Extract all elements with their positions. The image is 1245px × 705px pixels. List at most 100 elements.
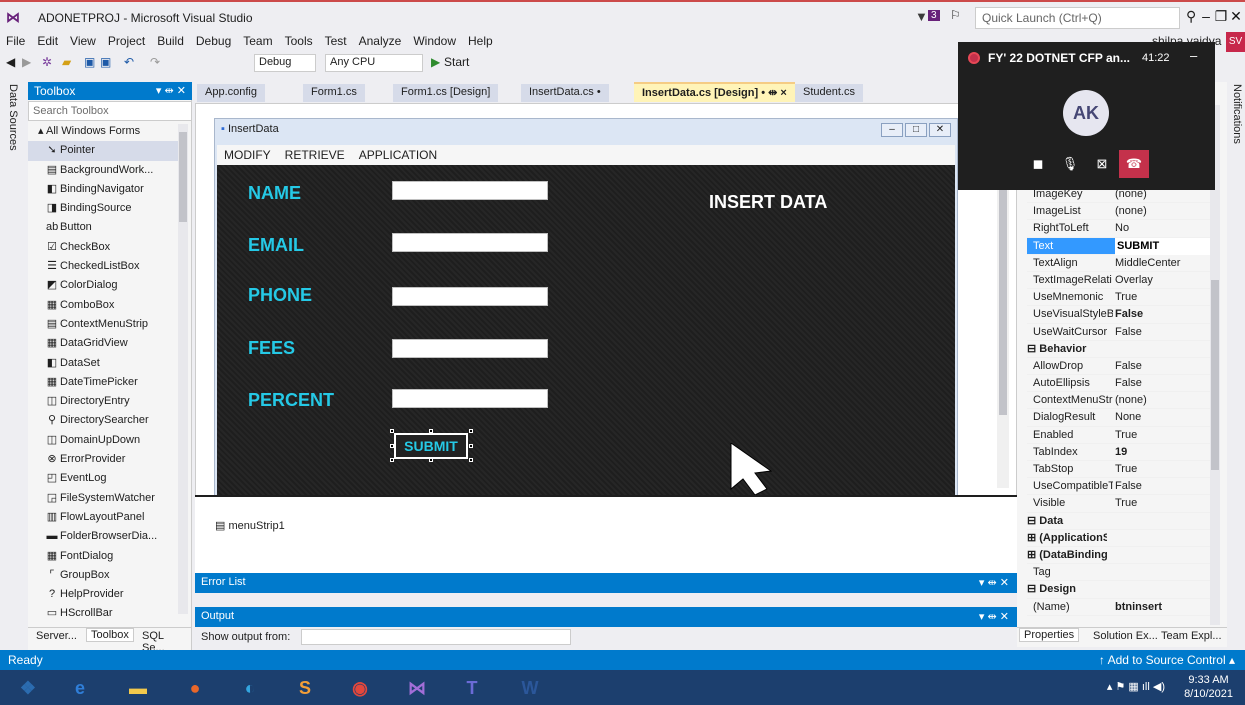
save-icon[interactable]: ▣ [84, 55, 95, 69]
property-row[interactable]: AutoEllipsis False [1027, 375, 1217, 393]
undo-icon[interactable]: ↶ [124, 55, 134, 69]
toolbox-item[interactable]: ◲ FileSystemWatcher [28, 489, 178, 508]
close-button[interactable]: ✕ [1227, 8, 1245, 25]
property-value[interactable]: False [1115, 358, 1142, 375]
open-file-icon[interactable]: ▰ [62, 55, 71, 69]
property-value[interactable]: True [1115, 427, 1137, 444]
feedback-icon[interactable]: ⚐ [950, 8, 961, 22]
document-tab[interactable]: InsertData.cs • [521, 84, 609, 102]
toolbox-item[interactable]: ◧ DataSet [28, 354, 178, 373]
toolbox-item[interactable]: ▤ ContextMenuStrip [28, 315, 178, 334]
property-value[interactable]: btninsert [1115, 599, 1162, 616]
toolbox-search-input[interactable]: Search Toolbox [28, 101, 192, 121]
property-value[interactable]: (none) [1115, 203, 1147, 220]
textbox-email[interactable] [392, 233, 548, 252]
forward-icon[interactable]: ▶ [22, 55, 31, 69]
tab-team-explorer[interactable]: Team Expl... [1157, 630, 1226, 642]
toolbox-item[interactable]: ◧ BindingNavigator [28, 180, 178, 199]
resize-handle[interactable] [469, 444, 473, 448]
textbox-fees[interactable] [392, 339, 548, 358]
resize-handle[interactable] [390, 458, 394, 462]
toolbox-item[interactable]: ▦ DataGridView [28, 334, 178, 353]
teams-meeting-overlay[interactable]: FY' 22 DOTNET CFP an... 41:22 – AK ◼ 🎙 ⊠… [958, 42, 1215, 190]
visual-studio-icon[interactable]: ⋈ [397, 672, 437, 704]
file-explorer-icon[interactable]: ▬ [118, 672, 158, 704]
toolbox-item[interactable]: ☑ CheckBox [28, 238, 178, 257]
property-value[interactable]: True [1115, 461, 1137, 478]
tab-toolbox[interactable]: Toolbox [86, 628, 134, 642]
microphone-icon[interactable]: 🎙 [1055, 150, 1085, 178]
property-row[interactable]: Visible True [1027, 495, 1217, 513]
property-row[interactable]: ContextMenuStr (none) [1027, 392, 1217, 410]
resize-handle[interactable] [469, 458, 473, 462]
toolbox-item[interactable]: ab Button [28, 218, 178, 237]
menu-view[interactable]: View [64, 32, 102, 50]
notifications-tab[interactable]: Notifications [1231, 84, 1243, 144]
textbox-name[interactable] [392, 181, 548, 200]
toolbox-item[interactable]: ▥ FlowLayoutPanel [28, 508, 178, 527]
form-window[interactable]: ▪ InsertData – □ ✕ MODIFY RETRIEVE APPLICATI… [214, 118, 958, 498]
start-button[interactable]: Start [444, 55, 469, 69]
toolbox-item[interactable]: ◰ EventLog [28, 469, 178, 488]
property-row[interactable]: Text SUBMIT [1027, 237, 1217, 255]
teams-icon[interactable]: T [452, 672, 492, 704]
form-maximize-button[interactable]: □ [905, 123, 927, 137]
minimize-icon[interactable]: – [1190, 48, 1197, 63]
properties-scroll-thumb[interactable] [1211, 280, 1219, 470]
property-row[interactable]: UseWaitCursor False [1027, 324, 1217, 341]
property-value[interactable]: False [1115, 306, 1143, 323]
form-menu-retrieve[interactable]: RETRIEVE [278, 145, 352, 165]
textbox-phone[interactable] [392, 287, 548, 306]
back-icon[interactable]: ◀ [6, 55, 15, 69]
redo-icon[interactable]: ↷ [150, 55, 160, 69]
form-minimize-button[interactable]: – [881, 123, 903, 137]
property-row[interactable]: (Name) btninsert [1027, 599, 1217, 616]
toolbox-item[interactable]: ⌜ GroupBox [28, 566, 178, 585]
form-menu-modify[interactable]: MODIFY [217, 145, 278, 165]
menu-build[interactable]: Build [151, 32, 190, 50]
search-icon[interactable]: ⚲ [1186, 8, 1196, 25]
edge-icon[interactable]: ◐ [230, 672, 270, 704]
property-row[interactable]: UseCompatibleT False [1027, 478, 1217, 496]
menu-debug[interactable]: Debug [190, 32, 237, 50]
property-value[interactable]: False [1115, 324, 1142, 341]
property-category[interactable]: ⊞ (DataBindings) [1027, 547, 1217, 565]
property-row[interactable]: UseMnemonic True [1027, 289, 1217, 307]
start-icon[interactable]: ▶ [431, 55, 440, 69]
toolbox-item[interactable]: ◫ DomainUpDown [28, 431, 178, 450]
document-tab[interactable]: Form1.cs [303, 84, 365, 102]
property-row[interactable]: TextAlign MiddleCenter [1027, 255, 1217, 272]
start-button[interactable]: ❖ [8, 672, 48, 704]
document-tab[interactable]: Form1.cs [Design] [393, 84, 499, 102]
menu-test[interactable]: Test [319, 32, 353, 50]
property-value[interactable]: False [1115, 478, 1142, 495]
output-header[interactable]: Output ▾ ⇹ ✕ [195, 607, 1017, 627]
property-row[interactable]: AllowDrop False [1027, 358, 1217, 376]
tab-properties[interactable]: Properties [1019, 628, 1080, 642]
data-sources-tab[interactable]: Data Sources [7, 84, 19, 151]
property-row[interactable]: Tag [1027, 564, 1217, 582]
property-row[interactable]: TabIndex 19 [1027, 444, 1217, 461]
toolbox-item[interactable]: ◩ ColorDialog [28, 276, 178, 295]
toolbox-group[interactable]: ▴ All Windows Forms [28, 122, 178, 141]
pin-close-icon[interactable]: ▾ ⇹ ✕ [156, 84, 186, 97]
notification-flag-icon[interactable]: ▼ [915, 9, 928, 24]
menu-analyze[interactable]: Analyze [353, 32, 408, 50]
output-source-select[interactable] [301, 629, 571, 645]
word-icon[interactable]: W [510, 672, 550, 704]
menu-help[interactable]: Help [462, 32, 499, 50]
avatar[interactable]: SV [1226, 32, 1245, 52]
toolbox-item[interactable]: ? HelpProvider [28, 585, 178, 604]
toolbox-item[interactable]: ➘ Pointer [28, 141, 178, 161]
menu-edit[interactable]: Edit [31, 32, 64, 50]
property-value[interactable]: No [1115, 220, 1129, 237]
property-value[interactable]: None [1115, 409, 1141, 426]
system-tray-icons[interactable]: ▴ ⚑ ▦ ıll ◀) [1107, 680, 1165, 693]
property-value[interactable]: MiddleCenter [1115, 255, 1180, 272]
property-category[interactable]: ⊟ Design [1027, 581, 1217, 599]
toolbox-scroll-thumb[interactable] [179, 132, 187, 222]
toolbox-item[interactable]: ☰ CheckedListBox [28, 257, 178, 276]
toolbox-item[interactable]: ▦ FontDialog [28, 547, 178, 566]
platform-select[interactable]: Any CPU [325, 54, 423, 72]
save-all-icon[interactable]: ▣ [100, 55, 111, 69]
